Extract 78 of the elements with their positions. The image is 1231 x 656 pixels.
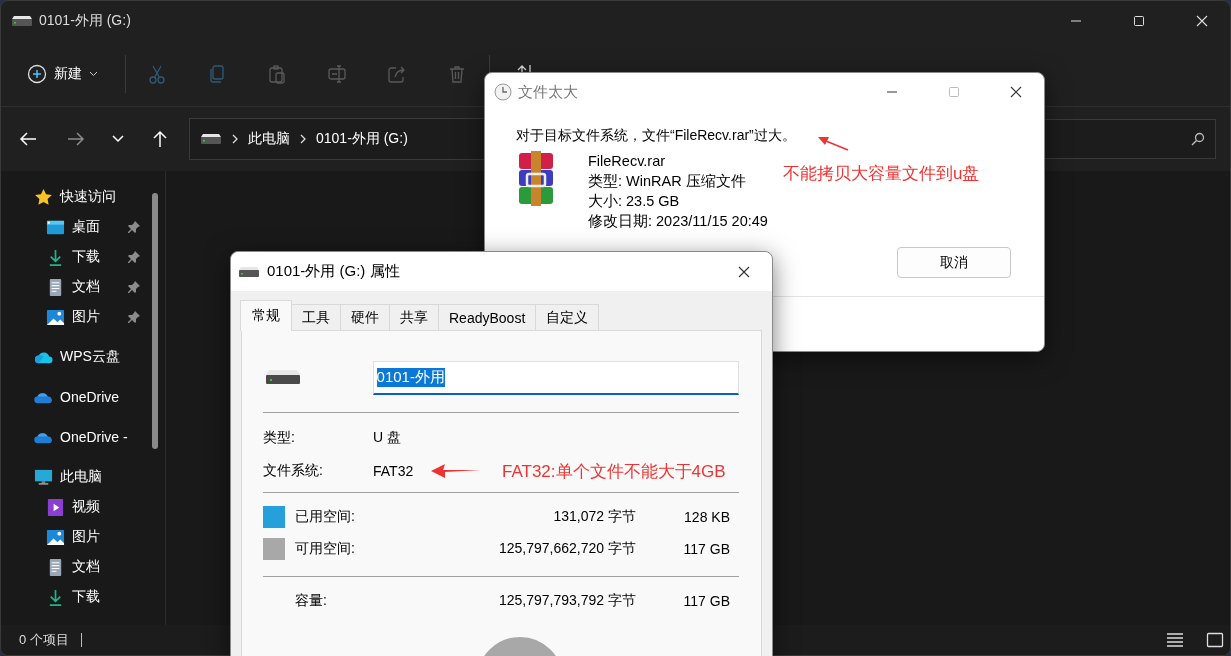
paste-icon (267, 63, 287, 84)
star-icon (34, 187, 53, 207)
tab[interactable]: 自定义 (535, 304, 600, 331)
video-icon (46, 497, 65, 517)
delete-icon (447, 63, 467, 84)
cut-icon (147, 63, 167, 84)
forward-arrow-icon (67, 131, 85, 147)
scrollbar[interactable] (152, 193, 158, 449)
drive-icon (200, 133, 222, 145)
dialog-title: 文件太大 (518, 82, 578, 102)
sidebar-item[interactable]: 下载 (1, 242, 141, 272)
search-icon (1191, 132, 1205, 146)
file-name: FileRecv.rar (588, 152, 667, 171)
archive-icon (518, 151, 554, 207)
computer-icon (34, 467, 53, 487)
maximize-icon (948, 86, 960, 98)
field-value: FAT32 (373, 462, 414, 479)
space-size: 128 KB (683, 509, 730, 525)
capacity-label: 容量: (295, 592, 328, 610)
back-arrow-icon (19, 131, 37, 147)
capacity-bytes: 125,797,793,792 字节 (498, 592, 636, 610)
cancel-button[interactable]: 取消 (897, 247, 1011, 278)
picture-icon (46, 527, 65, 547)
sidebar-item[interactable]: OneDrive (1, 382, 141, 412)
file-size: 大小: 23.5 GB (588, 192, 681, 211)
sidebar-item[interactable]: 图片 (1, 302, 141, 332)
capacity-size: 117 GB (682, 593, 730, 609)
file-modified-date: 修改日期: 2023/11/15 20:49 (588, 212, 768, 231)
close-icon (1195, 15, 1208, 27)
plus-icon (27, 63, 47, 84)
space-label: 可用空间: (295, 540, 356, 558)
field-value: U 盘 (373, 428, 401, 447)
window-title: 0101-外用 (G:) (39, 12, 131, 30)
space-bytes: 131,072 字节 (552, 508, 636, 526)
chevron-down-icon (112, 135, 124, 143)
maximize-icon (1132, 15, 1145, 27)
caret-icon (89, 70, 98, 77)
sidebar-item[interactable]: 图片 (1, 522, 141, 552)
sidebar-item[interactable]: 文档 (1, 552, 141, 582)
sidebar-item[interactable]: 快速访问 (1, 182, 141, 212)
breadcrumb[interactable]: 0101-外用 (G:) (316, 130, 408, 148)
annotation-text: FAT32:单个文件不能大于4GB (502, 461, 726, 483)
breadcrumb[interactable]: 此电脑 (248, 130, 290, 148)
sidebar-item[interactable]: 视频 (1, 492, 141, 522)
tab[interactable]: 常规 (240, 300, 292, 331)
picture-icon (46, 307, 65, 327)
drive-icon (265, 368, 301, 385)
chevron-icon (232, 134, 238, 144)
error-message: 对于目标文件系统，文件“FileRecv.rar”过大。 (516, 126, 796, 145)
chevron-icon (300, 134, 306, 144)
annotation-arrow (817, 135, 849, 151)
drive-icon (238, 265, 260, 278)
sidebar-item[interactable]: 此电脑 (1, 462, 141, 492)
item-count: 0 个项目 (19, 631, 69, 649)
space-size: 117 GB (682, 541, 730, 557)
sidebar-item[interactable]: WPS云盘 (1, 342, 141, 372)
field-label: 文件系统: (263, 461, 323, 480)
close-icon (738, 265, 750, 278)
sidebar-item[interactable]: OneDrive - (1, 422, 141, 452)
square-icon (1206, 632, 1224, 648)
copy-icon (207, 63, 227, 84)
sidebar-item[interactable]: 下载 (1, 582, 141, 612)
name-field[interactable]: 0101-外用 (372, 361, 739, 395)
annotation-text: 不能拷贝大容量文件到u盘 (783, 163, 980, 185)
dialog-title: 0101-外用 (G:) 属性 (267, 262, 400, 281)
field-label: 类型: (263, 428, 295, 447)
close-icon (1010, 86, 1022, 98)
clock-icon (494, 83, 512, 101)
space-bytes: 125,797,662,720 字节 (498, 540, 636, 558)
sidebar-item[interactable]: 文档 (1, 272, 141, 302)
list-icon (1166, 632, 1184, 648)
file-type: 类型: WinRAR 压缩文件 (588, 172, 747, 191)
space-label: 已用空间: (295, 508, 356, 526)
new-button[interactable]: 新建 (19, 53, 111, 94)
rename-icon (327, 63, 347, 84)
up-arrow-icon (152, 130, 168, 148)
sidebar-item[interactable]: 桌面 (1, 212, 141, 242)
drive-icon (11, 15, 33, 27)
